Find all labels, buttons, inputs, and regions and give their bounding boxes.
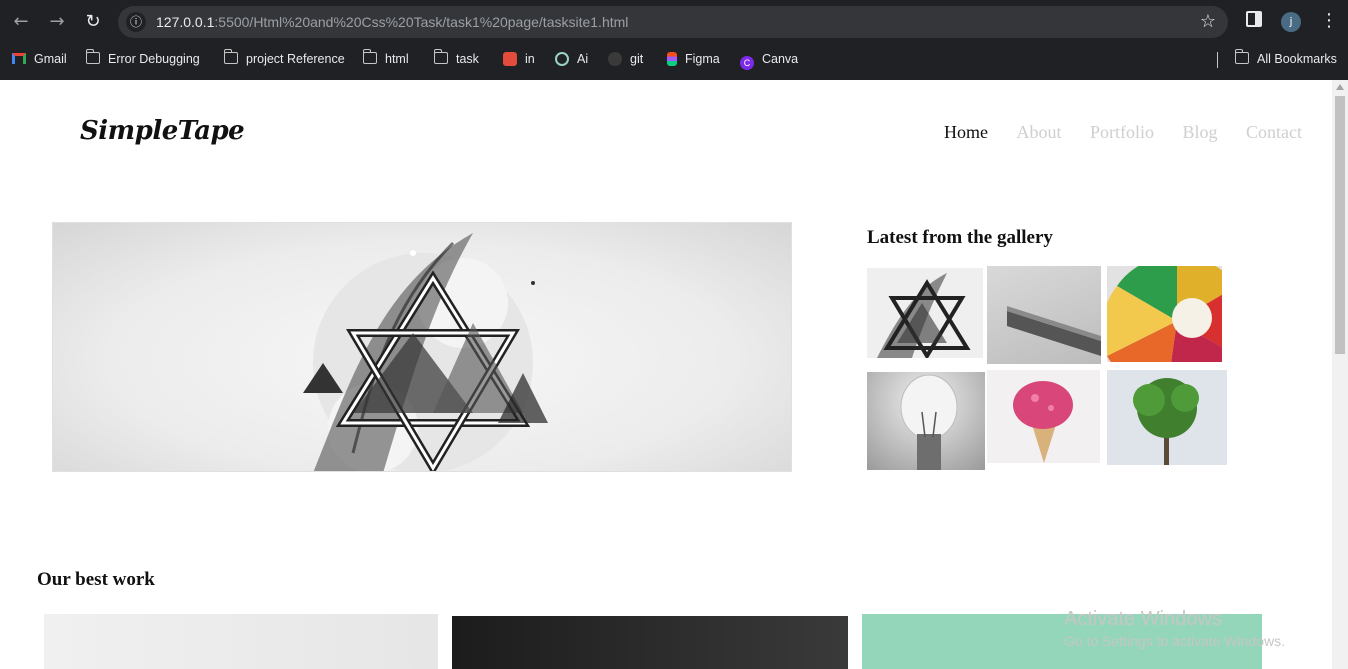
folder-icon xyxy=(85,49,100,64)
back-arrow-icon[interactable]: ← xyxy=(9,10,33,34)
reload-icon[interactable]: ↻ xyxy=(81,10,105,34)
bookmark-label: Ai xyxy=(577,52,589,66)
figma-icon xyxy=(667,52,677,66)
canva-icon: C xyxy=(740,56,754,70)
bookmark-gmail[interactable]: Gmail xyxy=(12,44,67,74)
profile-avatar[interactable]: j xyxy=(1281,12,1301,32)
best-work-title: Our best work xyxy=(37,569,155,590)
bookmarks-separator xyxy=(1217,52,1218,68)
bookmark-label: project Reference xyxy=(246,52,345,66)
gallery-thumb-minim[interactable] xyxy=(987,266,1101,364)
site-info-icon[interactable]: ⓘ xyxy=(126,12,146,32)
work-card-2[interactable] xyxy=(452,616,848,669)
address-row: ← → ↻ ⓘ 127.0.0.1:5500/Html%20and%20Css%… xyxy=(0,0,1348,44)
url-host: 127.0.0.1 xyxy=(156,14,215,30)
site-nav: Home About Portfolio Blog Contact xyxy=(920,122,1302,143)
gallery-thumb-color-wheel[interactable] xyxy=(1107,266,1222,362)
site-logo[interactable]: SimpleTape xyxy=(80,116,245,146)
folder-icon xyxy=(223,49,238,64)
work-card-1[interactable] xyxy=(44,614,438,669)
scroll-thumb[interactable] xyxy=(1335,96,1345,354)
wings-triangle-image xyxy=(877,273,971,358)
light-bulb-image xyxy=(900,374,958,470)
folder-icon xyxy=(433,49,448,64)
nav-portfolio[interactable]: Portfolio xyxy=(1090,122,1154,142)
bookmark-canva[interactable]: C Canva xyxy=(740,44,798,74)
bookmark-star-icon[interactable]: ☆ xyxy=(1200,11,1216,32)
watermark-subtitle: Go to Settings to activate Windows. xyxy=(1064,633,1285,649)
github-icon xyxy=(608,52,622,66)
address-bar[interactable]: ⓘ 127.0.0.1:5500/Html%20and%20Css%20Task… xyxy=(118,6,1228,38)
page-scrollbar[interactable] xyxy=(1332,80,1348,669)
chatgpt-icon xyxy=(555,52,569,66)
hero-artwork xyxy=(303,233,548,471)
folder-icon xyxy=(1234,49,1249,64)
bookmark-label: Error Debugging xyxy=(108,52,200,66)
browser-chrome: ← → ↻ ⓘ 127.0.0.1:5500/Html%20and%20Css%… xyxy=(0,0,1348,80)
gallery-thumb-wings[interactable] xyxy=(867,268,983,358)
bookmark-label: task xyxy=(456,52,479,66)
tree-image xyxy=(1133,378,1199,465)
bookmark-task[interactable]: task xyxy=(433,44,479,74)
bookmark-label: git xyxy=(630,52,644,66)
all-bookmarks-label: All Bookmarks xyxy=(1257,52,1337,66)
web-page: SimpleTape Home About Portfolio Blog Con… xyxy=(0,80,1332,669)
nav-about[interactable]: About xyxy=(1016,122,1061,142)
all-bookmarks[interactable]: All Bookmarks xyxy=(1234,44,1337,74)
color-wheel-image xyxy=(1107,266,1222,362)
nav-contact[interactable]: Contact xyxy=(1246,122,1302,142)
minim-text-image xyxy=(1007,306,1101,356)
forward-arrow-icon[interactable]: → xyxy=(45,10,69,34)
nav-blog[interactable]: Blog xyxy=(1182,122,1217,142)
gallery-title: Latest from the gallery xyxy=(867,227,1053,248)
kebab-menu-icon[interactable]: ⋮ xyxy=(1320,10,1338,31)
ice-cream-image xyxy=(1013,381,1073,463)
bookmark-git[interactable]: git xyxy=(608,44,643,74)
bookmark-label: Canva xyxy=(762,52,799,66)
bookmark-figma[interactable]: Figma xyxy=(667,44,720,74)
folder-icon xyxy=(362,49,377,64)
side-panel-icon[interactable] xyxy=(1246,11,1262,27)
bookmarks-bar: Gmail Error Debugging project Reference … xyxy=(0,44,1348,74)
url-path: :5500/Html%20and%20Css%20Task/task1%20pa… xyxy=(214,14,629,30)
scroll-up-arrow-icon[interactable] xyxy=(1336,84,1344,90)
gmail-icon xyxy=(12,53,26,64)
bookmark-label: Figma xyxy=(685,52,720,66)
bookmark-label: in xyxy=(525,52,535,66)
bookmark-label: Gmail xyxy=(34,52,67,66)
bookmark-error-debugging[interactable]: Error Debugging xyxy=(85,44,200,74)
bookmark-in[interactable]: in xyxy=(503,44,535,74)
gallery-thumb-light-bulb[interactable] xyxy=(867,372,985,470)
app-grid-icon xyxy=(503,52,517,66)
url-text[interactable]: 127.0.0.1:5500/Html%20and%20Css%20Task/t… xyxy=(156,6,628,38)
bookmark-ai[interactable]: Ai xyxy=(555,44,588,74)
windows-activation-watermark: Activate Windows Go to Settings to activ… xyxy=(1064,608,1285,649)
gallery-thumb-tree[interactable] xyxy=(1107,370,1227,465)
nav-home[interactable]: Home xyxy=(944,122,988,142)
bookmark-label: html xyxy=(385,52,409,66)
bookmark-project-reference[interactable]: project Reference xyxy=(223,44,345,74)
watermark-title: Activate Windows xyxy=(1064,608,1222,630)
bookmark-html[interactable]: html xyxy=(362,44,409,74)
hero-image xyxy=(52,222,792,472)
gallery-thumb-ice-cream[interactable] xyxy=(987,370,1100,463)
